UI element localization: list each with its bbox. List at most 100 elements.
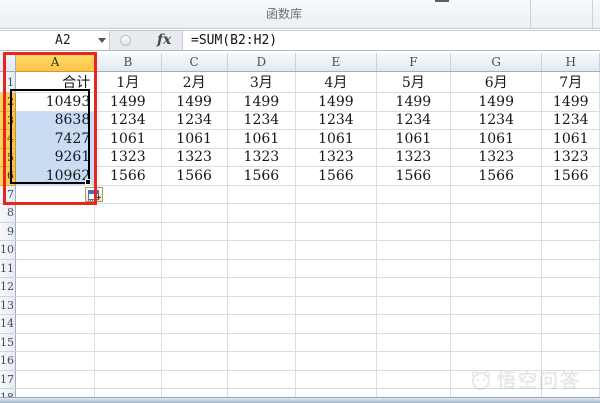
cell-G4[interactable]: 1061	[450, 130, 542, 149]
cell-A5[interactable]: 9261	[16, 148, 95, 167]
cell-G2[interactable]: 1499	[450, 93, 542, 112]
cell-C3[interactable]: 1234	[161, 111, 227, 130]
column-header-H[interactable]: H	[542, 53, 600, 72]
cell-A1[interactable]: 合计	[16, 72, 95, 93]
cell-E3[interactable]: 1234	[295, 111, 376, 130]
row-header-14[interactable]: 14	[0, 315, 16, 334]
cell-B8[interactable]	[95, 204, 161, 223]
cell-F2[interactable]: 1499	[376, 93, 450, 112]
row-header-12[interactable]: 12	[0, 278, 16, 297]
cell-F3[interactable]: 1234	[376, 111, 450, 130]
cell-D6[interactable]: 1566	[227, 167, 295, 186]
cell-G13[interactable]	[450, 296, 542, 315]
cell-A12[interactable]	[16, 278, 95, 297]
cell-H2[interactable]: 1499	[542, 93, 600, 112]
cell-C11[interactable]	[161, 259, 227, 278]
cell-H7[interactable]	[542, 185, 600, 204]
cell-C12[interactable]	[161, 278, 227, 297]
cell-D14[interactable]	[227, 315, 295, 334]
row-header-17[interactable]: 17	[0, 370, 16, 389]
cell-E9[interactable]	[295, 222, 376, 241]
cell-C13[interactable]	[161, 296, 227, 315]
cell-H8[interactable]	[542, 204, 600, 223]
cell-C8[interactable]	[161, 204, 227, 223]
cell-H14[interactable]	[542, 315, 600, 334]
cell-F4[interactable]: 1061	[376, 130, 450, 149]
cell-D3[interactable]: 1234	[227, 111, 295, 130]
column-header-F[interactable]: F	[376, 53, 450, 72]
cell-B10[interactable]	[95, 241, 161, 260]
cell-D7[interactable]	[227, 185, 295, 204]
cell-A14[interactable]	[16, 315, 95, 334]
row-header-9[interactable]: 9	[0, 222, 16, 241]
cell-F17[interactable]	[376, 370, 450, 389]
cell-F9[interactable]	[376, 222, 450, 241]
column-header-E[interactable]: E	[295, 53, 376, 72]
cell-D10[interactable]	[227, 241, 295, 260]
cell-C1[interactable]: 2月	[161, 72, 227, 93]
cell-A17[interactable]	[16, 370, 95, 389]
cell-D5[interactable]: 1323	[227, 148, 295, 167]
cell-F14[interactable]	[376, 315, 450, 334]
cell-B3[interactable]: 1234	[95, 111, 161, 130]
cell-D17[interactable]	[227, 370, 295, 389]
cell-D12[interactable]	[227, 278, 295, 297]
cell-G5[interactable]: 1323	[450, 148, 542, 167]
insert-function-button[interactable]: fx	[157, 32, 171, 48]
cell-C10[interactable]	[161, 241, 227, 260]
row-header-7[interactable]: 7	[0, 185, 16, 204]
cell-A7[interactable]	[16, 185, 95, 204]
row-header-5[interactable]: 5	[0, 148, 16, 167]
cell-C14[interactable]	[161, 315, 227, 334]
column-header-B[interactable]: B	[95, 53, 161, 72]
cell-C5[interactable]: 1323	[161, 148, 227, 167]
cell-A16[interactable]	[16, 352, 95, 371]
autofill-options-button[interactable]: +	[85, 187, 103, 202]
cell-A15[interactable]	[16, 333, 95, 352]
cell-F16[interactable]	[376, 352, 450, 371]
cell-A10[interactable]	[16, 241, 95, 260]
cell-E17[interactable]	[295, 370, 376, 389]
column-header-D[interactable]: D	[227, 53, 295, 72]
row-header-13[interactable]: 13	[0, 296, 16, 315]
cell-H4[interactable]: 1061	[542, 130, 600, 149]
cell-F1[interactable]: 5月	[376, 72, 450, 93]
cell-D11[interactable]	[227, 259, 295, 278]
cell-G9[interactable]	[450, 222, 542, 241]
cell-F15[interactable]	[376, 333, 450, 352]
cell-E16[interactable]	[295, 352, 376, 371]
cell-G7[interactable]	[450, 185, 542, 204]
column-header-A[interactable]: A	[16, 53, 95, 72]
cell-E5[interactable]: 1323	[295, 148, 376, 167]
cell-C9[interactable]	[161, 222, 227, 241]
cell-B17[interactable]	[95, 370, 161, 389]
cell-B2[interactable]: 1499	[95, 93, 161, 112]
cell-F10[interactable]	[376, 241, 450, 260]
cell-E15[interactable]	[295, 333, 376, 352]
row-header-6[interactable]: 6	[0, 167, 16, 186]
formula-bar-splitter-icon[interactable]	[120, 35, 131, 46]
cell-D1[interactable]: 3月	[227, 72, 295, 93]
row-header-3[interactable]: 3	[0, 111, 16, 130]
fill-handle[interactable]	[85, 179, 91, 185]
cell-D16[interactable]	[227, 352, 295, 371]
cell-C7[interactable]	[161, 185, 227, 204]
cell-E7[interactable]	[295, 185, 376, 204]
cell-D9[interactable]	[227, 222, 295, 241]
cell-F12[interactable]	[376, 278, 450, 297]
cell-B12[interactable]	[95, 278, 161, 297]
cell-B1[interactable]: 1月	[95, 72, 161, 93]
cell-H5[interactable]: 1323	[542, 148, 600, 167]
cell-F8[interactable]	[376, 204, 450, 223]
column-header-G[interactable]: G	[450, 53, 542, 72]
cell-E4[interactable]: 1061	[295, 130, 376, 149]
cell-H10[interactable]	[542, 241, 600, 260]
cell-E11[interactable]	[295, 259, 376, 278]
row-header-11[interactable]: 11	[0, 259, 16, 278]
cell-D4[interactable]: 1061	[227, 130, 295, 149]
cell-G6[interactable]: 1566	[450, 167, 542, 186]
row-header-1[interactable]: 1	[0, 72, 16, 93]
cell-B5[interactable]: 1323	[95, 148, 161, 167]
row-header-2[interactable]: 2	[0, 93, 16, 112]
cell-E12[interactable]	[295, 278, 376, 297]
